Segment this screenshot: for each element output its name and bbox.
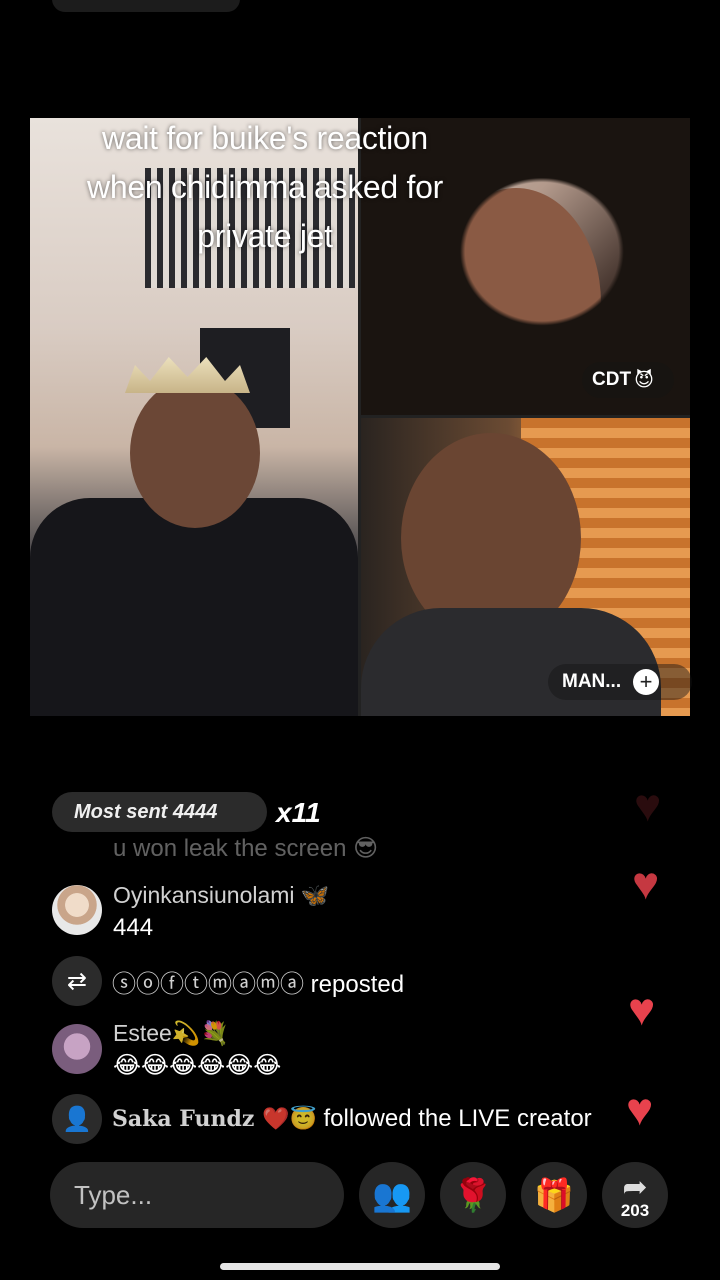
most-sent-gift-banner: Most sent 4444: [52, 792, 267, 832]
guest-name-tag-man[interactable]: MAN... +: [548, 664, 692, 700]
avatar[interactable]: [52, 885, 102, 935]
comment-username[interactable]: Estee💫💐: [113, 1020, 229, 1047]
caption-line: when chidimma asked for: [87, 169, 443, 205]
follower-username[interactable]: Saka Fundz ❤️😇: [112, 1106, 317, 1132]
repost-username[interactable]: ⓢⓞⓕⓣⓜⓐⓜⓐ: [112, 971, 304, 998]
gift-icon[interactable]: 🎁: [521, 1162, 587, 1228]
share-button[interactable]: ➦ 203: [602, 1162, 668, 1228]
guest-name: MAN...: [562, 671, 622, 692]
gift-multiplier: x11: [276, 797, 321, 828]
follow-action: followed the LIVE creator: [323, 1105, 592, 1132]
most-sent-label: Most sent 4444: [74, 800, 218, 823]
repost-notice: ⇄ ⓢⓞⓕⓣⓜⓐⓜⓐ reposted: [52, 956, 404, 1006]
devil-emoji: 😈: [634, 369, 654, 391]
people-icon[interactable]: 👥: [359, 1162, 425, 1228]
heart-icon: ♥: [634, 779, 662, 831]
repost-action: reposted: [310, 970, 405, 998]
heart-icon: ♥: [626, 1083, 654, 1135]
avatar[interactable]: [52, 1024, 102, 1074]
caption-line: wait for buike's reaction: [102, 120, 428, 156]
video-caption: wait for buike's reaction when chidimma …: [30, 114, 500, 261]
comment-text: 444: [113, 914, 154, 941]
guest-name: CDT: [592, 369, 632, 390]
top-status-pill: [52, 0, 240, 12]
follow-notice: 👤 Saka Fundz ❤️😇 followed the LIVE creat…: [52, 1094, 592, 1144]
rose-icon[interactable]: 🌹: [440, 1162, 506, 1228]
share-icon: ➦: [622, 1171, 648, 1204]
follow-icon: 👤: [52, 1094, 102, 1144]
guest-name-tag-cdt[interactable]: CDT 😈: [582, 362, 674, 398]
home-indicator[interactable]: [220, 1263, 500, 1270]
plus-icon[interactable]: +: [633, 669, 660, 695]
comment-username[interactable]: Oyinkansiunolami 🦋: [113, 882, 330, 909]
share-count: 203: [620, 1201, 650, 1220]
comment-input[interactable]: [50, 1162, 344, 1228]
repost-icon: ⇄: [52, 956, 102, 1006]
caption-line: private jet: [197, 218, 333, 254]
comment-text: 😂😂😂😂😂😂: [113, 1052, 282, 1079]
heart-icon: ♥: [628, 983, 656, 1035]
faded-comment: u won leak the screen 😎: [113, 835, 379, 862]
bottom-action-bar: 👥 🌹 🎁 ➦ 203: [0, 1162, 720, 1232]
heart-icon: ♥: [632, 857, 660, 909]
